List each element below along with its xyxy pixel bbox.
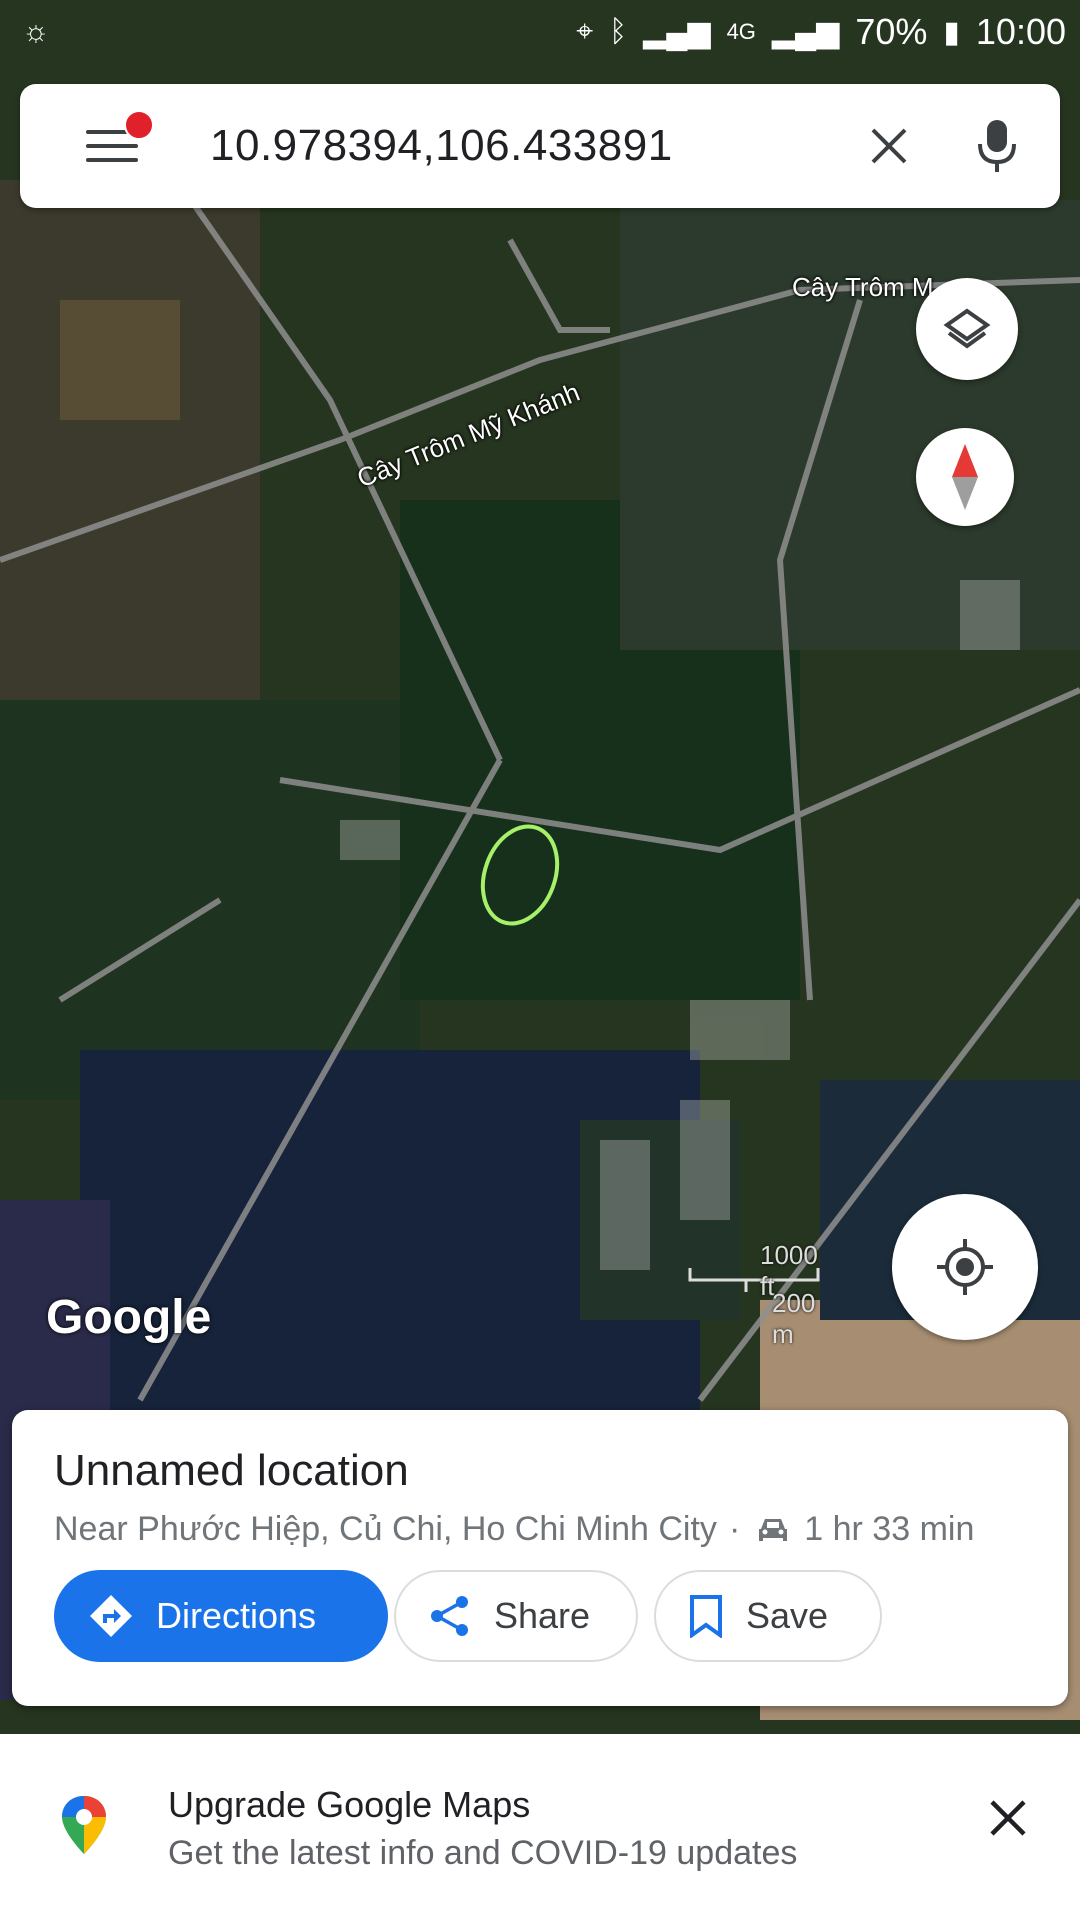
battery-percent: 70% bbox=[855, 11, 928, 52]
separator: · bbox=[728, 1510, 741, 1548]
weather-icon: ☼ bbox=[22, 15, 50, 48]
bookmark-icon bbox=[690, 1595, 722, 1638]
notification-dot bbox=[124, 110, 154, 140]
place-card[interactable]: Unnamed location Near Phước Hiệp, Củ Chi… bbox=[12, 1410, 1068, 1706]
signal-icon: ▂▄▆ bbox=[771, 15, 840, 49]
save-button[interactable]: Save bbox=[654, 1570, 882, 1662]
close-banner-button[interactable] bbox=[980, 1790, 1036, 1846]
battery-icon: ▮ bbox=[943, 15, 960, 49]
compass-button[interactable] bbox=[916, 428, 1014, 526]
place-details: Near Phước Hiệp, Củ Chi, Ho Chi Minh Cit… bbox=[54, 1510, 974, 1549]
share-label: Share bbox=[494, 1595, 591, 1636]
maps-pin-icon bbox=[60, 1794, 108, 1861]
menu-button[interactable] bbox=[64, 98, 160, 194]
place-title: Unnamed location bbox=[54, 1446, 409, 1495]
close-icon bbox=[990, 1800, 1026, 1836]
directions-label: Directions bbox=[156, 1595, 317, 1636]
signal-icon: ▂▄▆ bbox=[643, 15, 711, 49]
road-label: Cây Trôm M bbox=[792, 272, 934, 302]
scale-metric: 200 m bbox=[772, 1288, 816, 1349]
car-icon bbox=[756, 1515, 790, 1545]
banner-title: Upgrade Google Maps bbox=[168, 1784, 531, 1825]
google-logo: Google bbox=[46, 1291, 212, 1344]
search-bar[interactable]: 10.978394,106.433891 bbox=[20, 84, 1060, 208]
upgrade-banner[interactable]: Upgrade Google Maps Get the latest info … bbox=[0, 1734, 1080, 1920]
network-type: 4G bbox=[726, 19, 756, 44]
directions-icon bbox=[90, 1595, 132, 1637]
banner-subtitle: Get the latest info and COVID-19 updates bbox=[168, 1834, 798, 1872]
my-location-button[interactable] bbox=[892, 1194, 1038, 1340]
search-input[interactable]: 10.978394,106.433891 bbox=[210, 121, 844, 171]
location-icon: ⌖ bbox=[576, 15, 594, 48]
clear-search-button[interactable] bbox=[844, 101, 934, 191]
voice-search-button[interactable] bbox=[952, 101, 1042, 191]
close-icon bbox=[871, 128, 907, 164]
clock: 10:00 bbox=[975, 11, 1066, 52]
drive-time: 1 hr 33 min bbox=[804, 1510, 975, 1548]
share-icon bbox=[431, 1596, 468, 1636]
my-location-icon bbox=[937, 1239, 993, 1295]
directions-button[interactable]: Directions bbox=[54, 1570, 388, 1662]
share-button[interactable]: Share bbox=[394, 1570, 638, 1662]
bluetooth-icon: ᛒ bbox=[609, 15, 628, 48]
compass-icon bbox=[952, 444, 978, 510]
save-label: Save bbox=[746, 1595, 829, 1636]
mic-icon bbox=[978, 120, 1016, 172]
layers-icon bbox=[943, 308, 991, 349]
layers-button[interactable] bbox=[916, 278, 1018, 380]
place-address: Near Phước Hiệp, Củ Chi, Ho Chi Minh Cit… bbox=[54, 1510, 717, 1548]
status-bar: ☼ ⌖ ᛒ ▂▄▆ 4G ▂▄▆ 70% ▮ 10:00 bbox=[0, 0, 1080, 64]
